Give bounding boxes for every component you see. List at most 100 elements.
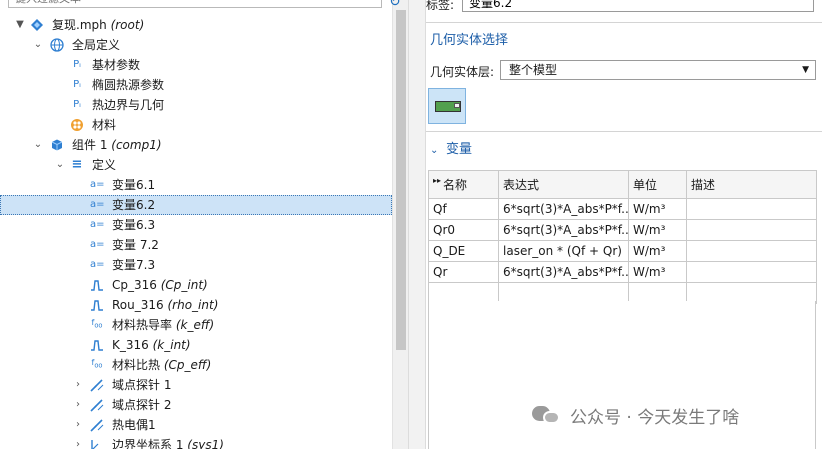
tree-node-param[interactable]: Pᵢ 基材参数	[0, 55, 392, 75]
geometric-entity-selection-title: 几何实体选择	[430, 33, 509, 48]
table-row[interactable]: Q_DE laser_on * (Qf + Qr) W/m³	[428, 240, 817, 262]
root-tag: (root)	[110, 18, 145, 32]
function-label: Cp_316	[112, 278, 157, 292]
column-header-name-text: 名称	[443, 178, 468, 192]
variable-icon: a=	[90, 219, 105, 230]
table-header-row: ▸▸ 名称 表达式 单位 描述	[428, 170, 817, 199]
materials-label: 材料	[92, 118, 117, 132]
cell-unit: W/m³	[628, 198, 687, 220]
wechat-logo-icon	[532, 404, 562, 426]
materials-icon	[70, 118, 84, 132]
section-divider	[426, 131, 822, 132]
chevron-down-icon[interactable]: ⌄	[54, 155, 66, 175]
cell-expression[interactable]: 6*sqrt(3)*A_abs*P*f...	[498, 261, 629, 283]
tree-node-boundary-system[interactable]: › 边界坐标系 1 (sys1)	[0, 435, 392, 449]
geometric-entity-level-select[interactable]: 整个模型 ▼	[500, 60, 816, 80]
cell-unit: W/m³	[628, 261, 687, 283]
tree-node-param[interactable]: Pᵢ 热边界与几何	[0, 95, 392, 115]
cell-name[interactable]: Qf	[428, 198, 499, 220]
chevron-right-icon[interactable]: ›	[72, 375, 84, 395]
tree-filter[interactable]	[8, 0, 382, 8]
active-selection-toggle-button[interactable]	[428, 88, 466, 124]
variable-label: 变量6.2	[112, 198, 156, 212]
table-row[interactable]: Qr 6*sqrt(3)*A_abs*P*f... W/m³	[428, 261, 817, 283]
tree-node-function[interactable]: K_316 (k_int)	[0, 335, 392, 355]
label-input[interactable]	[462, 0, 814, 12]
cell-name[interactable]: Q_DE	[428, 240, 499, 262]
tree-node-root[interactable]: ▼ 复现.mph (root)	[0, 15, 392, 35]
component-label: 组件 1	[72, 138, 108, 152]
column-header-unit-text: 单位	[633, 178, 658, 192]
param-label: 基材参数	[92, 58, 141, 72]
tree-node-variable[interactable]: a= 变量7.3	[0, 255, 392, 275]
variables-section-header[interactable]: ⌄ 变量	[430, 138, 472, 157]
tree-node-variable-selected[interactable]: a= 变量6.2	[0, 195, 392, 215]
column-header-description-text: 描述	[691, 178, 716, 192]
variable-icon: a=	[90, 179, 105, 190]
variable-label: 变量 7.2	[112, 238, 159, 252]
geometric-entity-level-label: 几何实体层:	[430, 65, 495, 79]
tree-node-probe[interactable]: › 域点探针 1	[0, 375, 392, 395]
chevron-down-icon[interactable]: ▼	[14, 15, 26, 35]
function-tag: (Cp_eff)	[163, 358, 212, 372]
tree-scrollbar[interactable]	[392, 0, 408, 449]
probe-label: 热电偶1	[112, 418, 156, 432]
column-header-expression[interactable]: 表达式	[498, 170, 629, 199]
tree-node-definitions[interactable]: ⌄ ≡ 定义	[0, 155, 392, 175]
label-caption: 标签:	[426, 0, 455, 12]
cell-description[interactable]	[686, 240, 817, 262]
refresh-icon[interactable]: ↻	[389, 0, 401, 10]
probe-icon	[90, 418, 104, 432]
analytic-function-icon: foo	[91, 358, 103, 370]
cell-expression[interactable]: laser_on * (Qf + Qr)	[498, 240, 629, 262]
chevron-down-icon[interactable]: ⌄	[32, 35, 44, 55]
function-tag: (k_eff)	[175, 318, 215, 332]
tree-node-param[interactable]: Pᵢ 椭圆热源参数	[0, 75, 392, 95]
variable-label: 变量6.1	[112, 178, 156, 192]
cell-description[interactable]	[686, 198, 817, 220]
tree-node-function[interactable]: Rou_316 (rho_int)	[0, 295, 392, 315]
tree-node-probe[interactable]: › 热电偶1	[0, 415, 392, 435]
tree-node-function[interactable]: Cp_316 (Cp_int)	[0, 275, 392, 295]
chevron-right-icon[interactable]: ›	[72, 435, 84, 449]
function-tag: (Cp_int)	[160, 278, 208, 292]
tree-node-materials[interactable]: 材料	[0, 115, 392, 135]
chevron-right-icon[interactable]: ›	[72, 395, 84, 415]
column-header-name[interactable]: ▸▸ 名称	[428, 170, 499, 199]
cell-unit: W/m³	[628, 219, 687, 241]
pane-splitter[interactable]	[408, 0, 426, 449]
probe-icon	[90, 398, 104, 412]
chevron-down-icon[interactable]: ⌄	[32, 135, 44, 155]
root-label: 复现.mph	[52, 18, 107, 32]
column-header-unit[interactable]: 单位	[628, 170, 687, 199]
definitions-label: 定义	[92, 158, 117, 172]
tree-node-global-definitions[interactable]: ⌄ 全局定义	[0, 35, 392, 55]
watermark-text: 公众号 · 今天发生了啥	[570, 407, 740, 428]
tree-node-variable[interactable]: a= 变量 7.2	[0, 235, 392, 255]
param-label: 椭圆热源参数	[92, 78, 165, 92]
tree-node-variable[interactable]: a= 变量6.3	[0, 215, 392, 235]
cell-name[interactable]: Qr	[428, 261, 499, 283]
watermark: 公众号 · 今天发生了啥	[532, 402, 739, 428]
cell-expression[interactable]: 6*sqrt(3)*A_abs*P*f...	[498, 219, 629, 241]
chevron-right-icon[interactable]: ›	[72, 415, 84, 435]
param-label: 热边界与几何	[92, 98, 165, 112]
cell-description[interactable]	[686, 219, 817, 241]
tree-node-function[interactable]: foo 材料比热 (Cp_eff)	[0, 355, 392, 375]
tree-node-function[interactable]: foo 材料热导率 (k_eff)	[0, 315, 392, 335]
tree-node-variable[interactable]: a= 变量6.1	[0, 175, 392, 195]
table-row[interactable]: Qr0 6*sqrt(3)*A_abs*P*f... W/m³	[428, 219, 817, 241]
tree-scrollbar-thumb[interactable]	[396, 10, 406, 350]
column-header-description[interactable]: 描述	[686, 170, 817, 199]
parameter-icon: Pᵢ	[73, 59, 81, 70]
tree-filter-input[interactable]	[9, 0, 381, 7]
cell-name[interactable]: Qr0	[428, 219, 499, 241]
tree-node-component[interactable]: ⌄ 组件 1 (comp1)	[0, 135, 392, 155]
function-tag: (k_int)	[152, 338, 191, 352]
globe-icon	[50, 38, 64, 52]
tree-node-probe[interactable]: › 域点探针 2	[0, 395, 392, 415]
cell-expression[interactable]: 6*sqrt(3)*A_abs*P*f...	[498, 198, 629, 220]
table-row[interactable]: Qf 6*sqrt(3)*A_abs*P*f... W/m³	[428, 198, 817, 220]
variables-table: ▸▸ 名称 表达式 单位 描述 Qf 6*sqrt(3)*A_abs*P*f...…	[428, 170, 817, 304]
cell-description[interactable]	[686, 261, 817, 283]
